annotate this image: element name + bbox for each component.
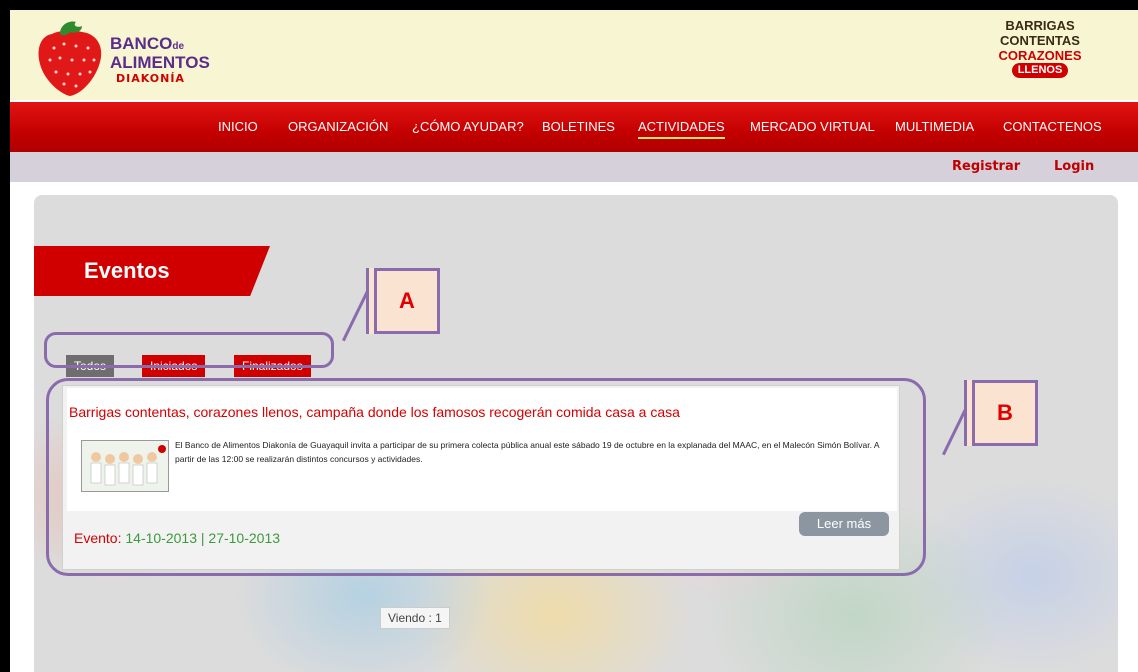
annotation-label-b: B [972,380,1038,446]
page-title: Eventos [84,258,170,283]
annotation-box-b [46,378,926,576]
annotation-label-a: A [374,268,440,334]
user-bar: Registrar Login [10,152,1138,182]
nav-item-organizacion[interactable]: ORGANIZACIÓN [288,119,388,134]
nav-item-como-ayudar[interactable]: ¿CÓMO AYUDAR? [412,119,524,134]
register-link[interactable]: Registrar [952,159,1020,174]
logo-word-diakonia: DIAKONÍA [116,72,185,85]
logo-word-corazones: CORAZONES [998,48,1082,63]
nav-item-multimedia[interactable]: MULTIMEDIA [895,119,974,134]
site-header: BANCOde ALIMENTOS DIAKONÍA BARRIGAS CONT… [10,10,1138,100]
main-navigation: INICIO ORGANIZACIÓN ¿CÓMO AYUDAR? BOLETI… [10,102,1138,152]
login-link[interactable]: Login [1054,159,1094,174]
logo-word-contentas: CONTENTAS [1000,33,1080,48]
nav-item-inicio[interactable]: INICIO [218,119,258,134]
pagination-status: Viendo : 1 [380,607,450,629]
logo-word-alimentos: ALIMENTOS [110,53,210,72]
logo-word-de: de [172,41,185,52]
logo-word-banco: BANCO [110,34,173,53]
nav-item-contactenos[interactable]: CONTACTENOS [1003,119,1102,134]
browser-page: BANCOde ALIMENTOS DIAKONÍA BARRIGAS CONT… [10,10,1138,672]
banco-alimentos-logo[interactable]: BANCOde ALIMENTOS DIAKONÍA [30,18,230,98]
nav-item-boletines[interactable]: BOLETINES [542,119,615,134]
section-banner: Eventos [34,246,270,296]
logo-word-llenos: LLENOS [1012,63,1068,78]
logo-word-barrigas: BARRIGAS [1005,18,1075,33]
annotation-box-a [44,332,334,368]
nav-item-mercado-virtual[interactable]: MERCADO VIRTUAL [750,119,875,134]
barrigas-contentas-logo: BARRIGAS CONTENTAS CORAZONES LLENOS [980,16,1100,100]
nav-item-actividades[interactable]: ACTIVIDADES [638,119,725,139]
